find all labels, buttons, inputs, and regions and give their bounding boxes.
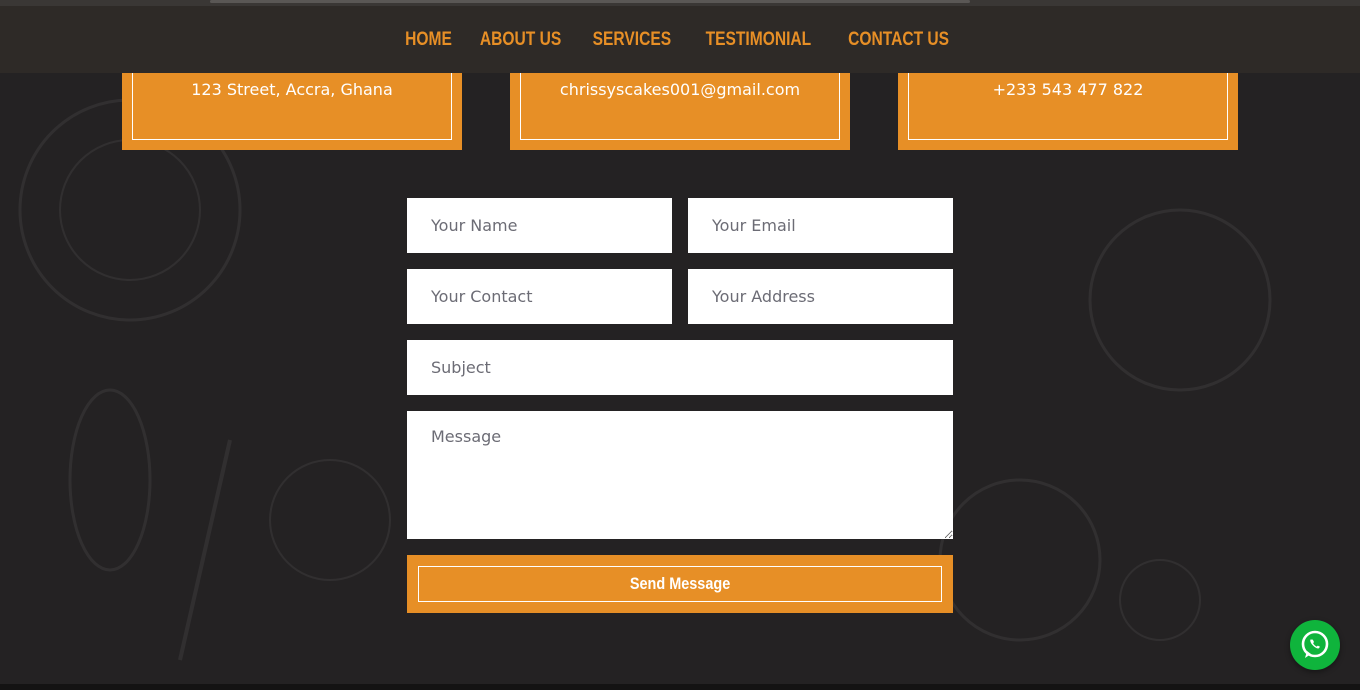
email-input[interactable] xyxy=(688,198,953,253)
nav-about-us[interactable]: ABOUT US xyxy=(480,29,561,51)
contact-input[interactable] xyxy=(407,269,672,324)
whatsapp-button[interactable] xyxy=(1290,620,1340,670)
form-row-1 xyxy=(407,198,953,253)
send-message-label: Send Message xyxy=(629,574,731,593)
whatsapp-icon xyxy=(1301,630,1329,658)
email-text: chrissyscakes001@gmail.com xyxy=(559,80,801,99)
contact-form: Send Message xyxy=(407,198,953,613)
message-textarea[interactable] xyxy=(407,411,953,539)
nav-services[interactable]: SERVICES xyxy=(593,29,672,51)
name-input[interactable] xyxy=(407,198,672,253)
form-row-2 xyxy=(407,269,953,324)
top-navbar: HOME ABOUT US SERVICES TESTIMONIAL CONTA… xyxy=(0,6,1360,73)
subject-input[interactable] xyxy=(407,340,953,395)
scrollbar-thumb[interactable] xyxy=(210,0,970,3)
bottom-edge xyxy=(0,684,1360,690)
send-message-button[interactable]: Send Message xyxy=(407,555,953,613)
address-text: 123 Street, Accra, Ghana xyxy=(191,80,393,99)
send-message-button-inner: Send Message xyxy=(418,566,942,602)
nav-home[interactable]: HOME xyxy=(405,29,452,51)
nav-testimonial[interactable]: TESTIMONIAL xyxy=(706,29,812,51)
phone-text: +233 543 477 822 xyxy=(992,80,1144,99)
address-input[interactable] xyxy=(688,269,953,324)
nav-contact-us[interactable]: CONTACT US xyxy=(848,29,949,51)
